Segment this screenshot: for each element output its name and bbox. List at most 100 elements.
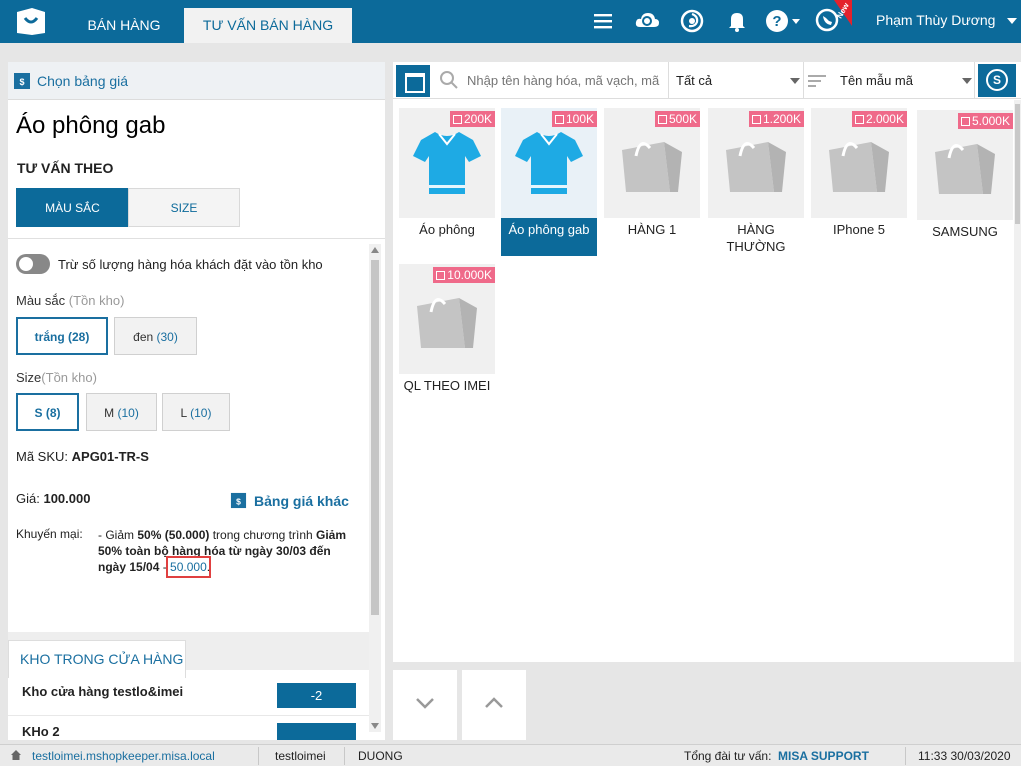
sort-select[interactable]: Tên mẫu mã xyxy=(840,73,913,88)
gift-icon xyxy=(854,115,864,124)
price-badge: 500K xyxy=(654,111,700,127)
help-caret-icon[interactable] xyxy=(790,8,802,34)
user-caret-icon[interactable] xyxy=(1007,18,1017,24)
size-option-l[interactable]: L (10) xyxy=(162,393,230,431)
color-option-black[interactable]: đen (30) xyxy=(114,317,197,355)
product-card-name: Áo phông gab xyxy=(508,222,590,237)
svg-text:$: $ xyxy=(236,496,241,506)
divider xyxy=(668,62,669,99)
product-card[interactable]: 2.000K IPhone 5 xyxy=(811,108,907,254)
product-card-name: IPhone 5 xyxy=(832,222,886,237)
support-phone-icon[interactable]: New xyxy=(814,0,854,40)
polo-shirt-icon xyxy=(413,132,481,194)
advise-by-title: TƯ VẤN THEO xyxy=(17,160,114,176)
product-card[interactable]: 200K Áo phông xyxy=(399,108,495,254)
scroll-up-icon[interactable] xyxy=(371,247,379,253)
cloud-sync-icon[interactable] xyxy=(634,8,660,34)
product-card-name: Áo phông xyxy=(419,222,475,237)
scroll-thumb[interactable] xyxy=(371,260,379,615)
svg-text:$: $ xyxy=(19,77,24,87)
product-card-name: SAMSUNG xyxy=(932,224,998,239)
tab-tu-van-ban-hang[interactable]: TƯ VẤN BÁN HÀNG xyxy=(184,8,352,43)
divider xyxy=(8,238,385,239)
price-badge: 10.000K xyxy=(433,267,495,283)
divider xyxy=(905,747,906,765)
page-up-button[interactable] xyxy=(462,670,526,740)
left-scrollbar[interactable] xyxy=(369,244,381,732)
shopping-bag-icon xyxy=(622,142,682,192)
help-icon[interactable]: ? xyxy=(764,8,790,34)
choose-price-list-link[interactable]: Chọn bảng giá xyxy=(37,73,128,89)
chevron-up-icon xyxy=(485,697,503,708)
sku-value: APG01-TR-S xyxy=(71,449,149,464)
chevron-down-icon xyxy=(416,698,434,709)
gift-icon xyxy=(657,115,667,124)
warehouse-row: KHo 2 xyxy=(8,716,369,740)
product-panel: Tất cả Tên mẫu mã S 200K Áo phông 100K Á… xyxy=(393,62,1021,662)
page-down-button[interactable] xyxy=(393,670,457,740)
product-card[interactable]: 100K Áo phông gab xyxy=(501,108,597,256)
polo-shirt-icon xyxy=(515,132,583,194)
tab-ban-hang[interactable]: BÁN HÀNG xyxy=(70,8,178,43)
refresh-icon[interactable] xyxy=(679,8,705,34)
warehouse-name: Kho cửa hàng testlo&imei xyxy=(22,684,184,699)
shopping-bag-icon xyxy=(417,298,477,348)
user-name[interactable]: Phạm Thùy Dương xyxy=(876,12,995,28)
product-card-name: HÀNG 1 xyxy=(627,222,677,237)
hotline-value[interactable]: MISA SUPPORT xyxy=(778,749,869,763)
s-button[interactable]: S xyxy=(978,64,1016,97)
product-card-name: HÀNG THƯỜNG xyxy=(726,222,786,254)
segment-size[interactable]: SIZE xyxy=(128,188,240,227)
warehouse-row: Kho cửa hàng testlo&imei -2 xyxy=(8,676,369,716)
app-logo-icon xyxy=(17,8,45,35)
user-code: DUONG xyxy=(358,749,403,763)
store-url[interactable]: testloimei.mshopkeeper.misa.local xyxy=(32,749,215,763)
svg-text:?: ? xyxy=(772,13,781,30)
date-time: 11:33 30/03/2020 xyxy=(918,749,1011,763)
price-value: 100.000 xyxy=(43,491,91,506)
sort-caret-icon[interactable] xyxy=(962,78,972,84)
shop-name: testloimei xyxy=(275,749,326,763)
gift-icon xyxy=(452,115,462,124)
scroll-down-icon[interactable] xyxy=(371,723,379,729)
price-list-icon: $ xyxy=(14,73,30,89)
color-group-label: Màu sắc (Tồn kho) xyxy=(16,293,125,308)
divider xyxy=(344,747,345,765)
scroll-thumb xyxy=(1015,104,1020,224)
price-badge: 200K xyxy=(449,111,495,127)
price-list-header: $ Chọn bảng giá xyxy=(8,62,385,100)
color-option-white[interactable]: trắng (28) xyxy=(16,317,108,355)
menu-icon[interactable] xyxy=(590,8,616,34)
shopping-bag-icon xyxy=(935,144,995,194)
segment-color[interactable]: MÀU SẮC xyxy=(16,188,129,227)
product-card[interactable]: 500K HÀNG 1 xyxy=(604,108,700,254)
grid-view-button[interactable] xyxy=(396,65,430,97)
product-scrollbar[interactable] xyxy=(1014,100,1021,662)
product-search-input[interactable] xyxy=(467,67,667,93)
other-price-link[interactable]: Bảng giá khác xyxy=(254,493,349,509)
divider xyxy=(803,62,804,99)
tab-store-warehouses[interactable]: KHO TRONG CỬA HÀNG xyxy=(8,640,186,678)
promo-amount: 50.000 xyxy=(166,556,211,578)
other-price-icon[interactable]: $ xyxy=(230,492,247,509)
size-option-m[interactable]: M (10) xyxy=(86,393,157,431)
deduct-stock-toggle[interactable] xyxy=(16,254,50,274)
product-card-name: QL THEO IMEI xyxy=(403,378,491,393)
product-card[interactable]: 5.000K SAMSUNG xyxy=(917,110,1013,256)
search-icon xyxy=(440,71,458,89)
advise-panel: $ Chọn bảng giá Áo phông gab TƯ VẤN THEO… xyxy=(8,62,385,740)
category-select[interactable]: Tất cả xyxy=(676,73,712,88)
product-title: Áo phông gab xyxy=(16,112,166,139)
warehouse-name: KHo 2 xyxy=(22,724,60,739)
promo-text: - Giảm 50% (50.000) trong chương trình G… xyxy=(98,528,347,578)
size-option-s[interactable]: S (8) xyxy=(16,393,79,431)
home-icon xyxy=(11,750,21,760)
sort-icon xyxy=(808,75,826,87)
product-card[interactable]: 10.000K QL THEO IMEI xyxy=(399,264,495,410)
gift-icon xyxy=(554,115,564,124)
bell-icon[interactable] xyxy=(724,8,750,34)
divider xyxy=(258,747,259,765)
price-line: Giá: 100.000 xyxy=(16,491,91,506)
category-caret-icon[interactable] xyxy=(790,78,800,84)
product-card[interactable]: 1.200K HÀNG THƯỜNG xyxy=(708,108,804,260)
